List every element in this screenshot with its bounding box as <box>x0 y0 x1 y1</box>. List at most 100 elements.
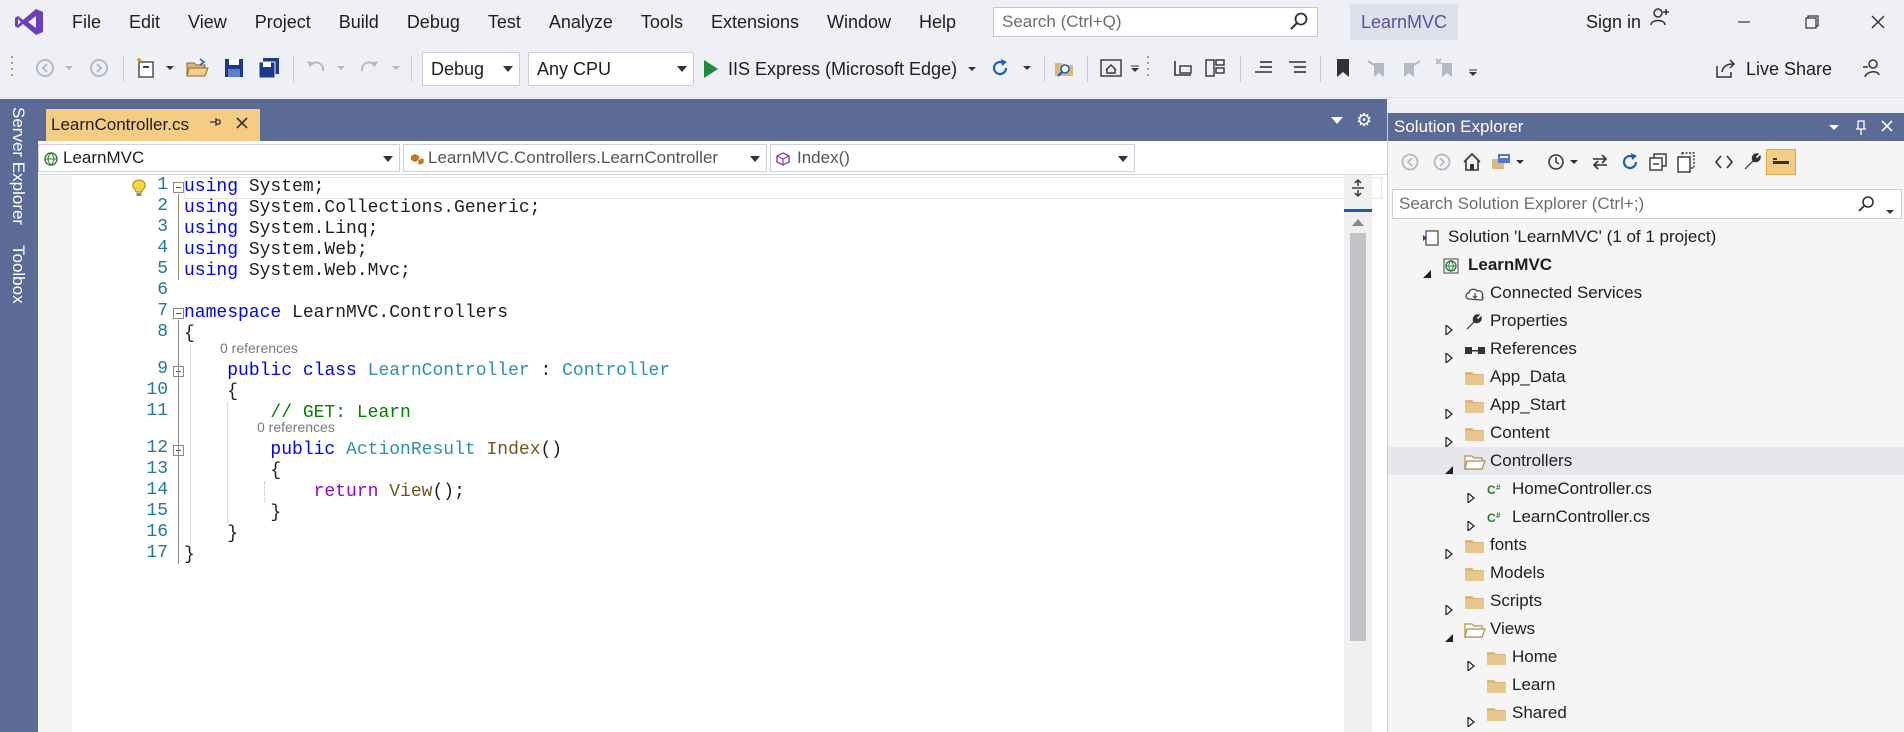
se-refresh-button[interactable] <box>1616 149 1644 175</box>
tree-item-models[interactable]: Models <box>1388 559 1904 587</box>
previous-bookmark-button[interactable] <box>1362 52 1392 84</box>
solution-explorer-search-input[interactable]: Search Solution Explorer (Ctrl+;) <box>1392 189 1902 219</box>
next-bookmark-button[interactable] <box>1396 52 1426 84</box>
code-line[interactable]: using System.Web.Mvc; <box>184 259 411 284</box>
menu-file[interactable]: File <box>58 0 115 44</box>
split-window-icon[interactable] <box>1350 179 1366 202</box>
tree-item-connected-services[interactable]: Connected Services <box>1388 279 1904 307</box>
scroll-up-icon[interactable] <box>1352 219 1364 226</box>
tree-item-content[interactable]: Content <box>1388 419 1904 449</box>
comment-lines-button[interactable] <box>1248 52 1278 84</box>
step-into-button[interactable] <box>1168 52 1198 84</box>
tree-item-controllers[interactable]: Controllers <box>1388 447 1904 475</box>
tree-item-fonts[interactable]: fonts <box>1388 531 1904 561</box>
tree-item-app-start[interactable]: App_Start <box>1388 391 1904 421</box>
collapse-region-icon[interactable] <box>173 308 184 319</box>
menu-test[interactable]: Test <box>474 0 535 44</box>
code-line[interactable]: public class LearnController : Controlle… <box>184 359 670 384</box>
se-back-button[interactable] <box>1396 149 1424 175</box>
minimize-window-button[interactable] <box>1716 0 1772 44</box>
tree-item-shared[interactable]: Shared <box>1388 699 1904 729</box>
tree-item-references[interactable]: References <box>1388 335 1904 365</box>
undo-dropdown-icon[interactable] <box>334 52 348 84</box>
redo-button[interactable] <box>355 52 385 84</box>
feedback-button[interactable] <box>1856 52 1886 84</box>
tree-item-learnmvc[interactable]: LearnMVC <box>1388 251 1904 279</box>
save-all-button[interactable] <box>254 52 284 84</box>
pin-tab-icon[interactable] <box>208 115 222 134</box>
se-view-code-button[interactable] <box>1710 149 1738 175</box>
code-lens-references[interactable]: 0 references <box>257 417 335 437</box>
solution-configuration-select[interactable]: Debug <box>422 52 520 86</box>
pending-changes-dropdown-icon[interactable] <box>1566 149 1582 175</box>
view-in-browser-button[interactable] <box>1096 52 1126 84</box>
collapsed-arrow-icon[interactable] <box>1466 708 1476 732</box>
start-debugging-button[interactable]: IIS Express (Microsoft Edge) <box>704 52 977 86</box>
toolbar-overflow-icon[interactable] <box>1466 52 1480 84</box>
se-forward-button[interactable] <box>1428 149 1456 175</box>
indicator-margin[interactable] <box>38 175 72 732</box>
redo-dropdown-icon[interactable] <box>389 52 403 84</box>
toolbar-grip-icon[interactable] <box>1144 52 1154 84</box>
tab-list-dropdown-icon[interactable] <box>1331 117 1343 124</box>
tree-item-learncontroller-cs[interactable]: C # LearnController.cs <box>1388 503 1904 533</box>
menu-extensions[interactable]: Extensions <box>697 0 813 44</box>
tree-item-solution-learnmvc-1-of-1-project[interactable]: Solution 'LearnMVC' (1 of 1 project) <box>1388 223 1904 251</box>
menu-view[interactable]: View <box>174 0 241 44</box>
toolbox-tab[interactable]: Toolbox <box>8 245 28 304</box>
se-sync-active-document-button[interactable] <box>1586 149 1614 175</box>
code-lens-references[interactable]: 0 references <box>220 338 298 358</box>
project-dropdown[interactable]: LearnMVC <box>38 144 400 172</box>
lightbulb-icon[interactable] <box>130 178 148 203</box>
menu-window[interactable]: Window <box>813 0 905 44</box>
tree-item-app-data[interactable]: App_Data <box>1388 363 1904 391</box>
tab-learn-controller[interactable]: LearnController.cs <box>46 109 260 141</box>
server-explorer-tab[interactable]: Server Explorer <box>8 107 28 225</box>
tree-item-home[interactable]: Home <box>1388 643 1904 673</box>
new-project-button[interactable] <box>131 52 161 84</box>
menu-project[interactable]: Project <box>241 0 325 44</box>
se-home-button[interactable] <box>1458 149 1486 175</box>
search-options-dropdown-icon[interactable] <box>1885 201 1895 221</box>
navigate-forward-button[interactable] <box>84 52 114 84</box>
undo-button[interactable] <box>300 52 330 84</box>
se-preview-selected-items-button[interactable] <box>1766 149 1796 175</box>
uncomment-lines-button[interactable] <box>1282 52 1312 84</box>
view-in-browser-dropdown-icon[interactable] <box>1128 52 1142 84</box>
menu-help[interactable]: Help <box>905 0 970 44</box>
close-window-button[interactable] <box>1850 0 1904 44</box>
code-line[interactable]: { <box>184 322 195 347</box>
menu-tools[interactable]: Tools <box>627 0 697 44</box>
member-dropdown[interactable]: Index() <box>770 144 1135 172</box>
save-button[interactable] <box>220 52 248 84</box>
gear-icon[interactable]: ⚙ <box>1356 110 1372 131</box>
code-line[interactable]: } <box>184 543 195 568</box>
se-show-all-files-button[interactable] <box>1672 149 1700 175</box>
solution-platform-select[interactable]: Any CPU <box>528 52 694 86</box>
se-collapse-all-button[interactable] <box>1644 149 1672 175</box>
clear-bookmarks-button[interactable] <box>1430 52 1460 84</box>
toggle-bookmark-button[interactable] <box>1328 52 1358 84</box>
toolbar-grip-icon[interactable] <box>8 52 18 84</box>
switch-views-dropdown-icon[interactable] <box>1512 149 1528 175</box>
visual-studio-logo-icon[interactable] <box>0 0 58 44</box>
run-target-dropdown-icon[interactable] <box>967 65 977 73</box>
tree-item-scripts[interactable]: Scripts <box>1388 587 1904 617</box>
class-dropdown[interactable]: LearnMVC.Controllers.LearnController <box>403 144 767 172</box>
sign-in-button[interactable]: Sign in <box>1586 0 1671 44</box>
tree-item-homecontroller-cs[interactable]: C # HomeController.cs <box>1388 475 1904 505</box>
menu-analyze[interactable]: Analyze <box>535 0 627 44</box>
class-view-button[interactable] <box>1200 52 1230 84</box>
new-project-dropdown-icon[interactable] <box>163 52 177 84</box>
tree-item-learn[interactable]: Learn <box>1388 671 1904 699</box>
scrollbar-thumb[interactable] <box>1350 233 1366 641</box>
find-in-files-button[interactable] <box>1050 52 1080 84</box>
browser-link-refresh-button[interactable] <box>985 52 1015 84</box>
close-tab-icon[interactable] <box>235 113 249 136</box>
se-properties-button[interactable] <box>1738 149 1766 175</box>
quick-launch-search[interactable]: Search (Ctrl+Q) <box>993 7 1318 37</box>
collapse-region-icon[interactable] <box>173 182 184 193</box>
code-line[interactable]: namespace LearnMVC.Controllers <box>184 301 508 326</box>
navigate-back-button[interactable] <box>30 52 60 84</box>
back-dropdown-icon[interactable] <box>62 52 76 84</box>
